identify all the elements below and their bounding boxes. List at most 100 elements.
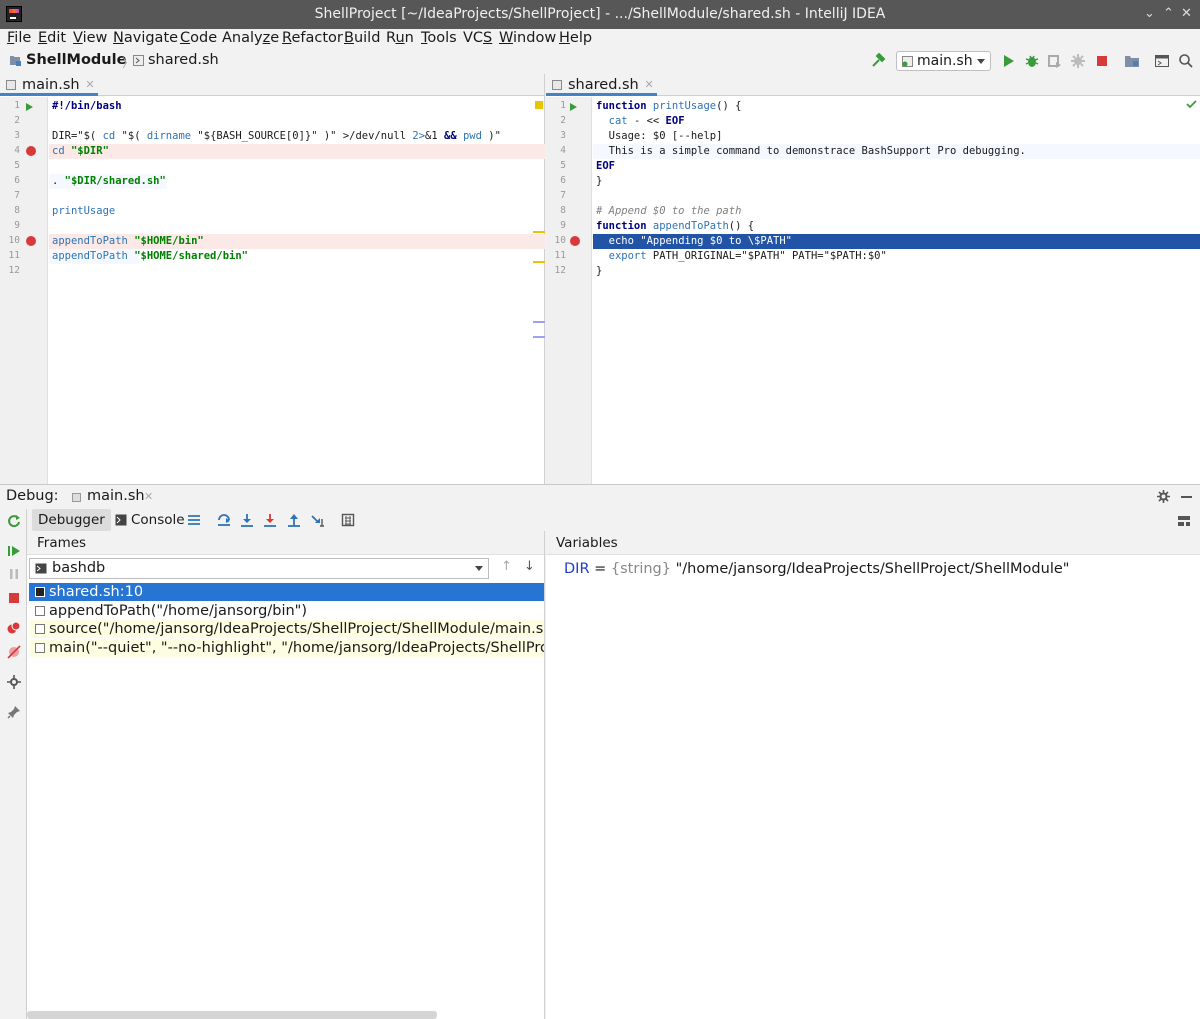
code-line[interactable]: } <box>596 174 602 189</box>
code-line[interactable]: function appendToPath() { <box>596 219 754 234</box>
code-line[interactable]: This is a simple command to demonstrace … <box>596 144 1026 159</box>
next-frame-icon[interactable]: ↓ <box>524 559 535 574</box>
code-line[interactable]: function printUsage() { <box>596 99 741 114</box>
presentation-icon[interactable] <box>1154 53 1170 69</box>
code-area-left[interactable]: #!/bin/bash DIR="$( cd "$( dirname "${BAS… <box>49 97 545 484</box>
line-number[interactable]: 10 <box>546 235 566 246</box>
menu-code[interactable]: Code <box>180 30 217 46</box>
line-number[interactable]: 5 <box>546 160 566 171</box>
code-line[interactable]: } <box>596 264 602 279</box>
step-into-icon[interactable] <box>240 513 254 527</box>
line-number[interactable]: 6 <box>546 175 566 186</box>
warning-marker-icon[interactable] <box>535 101 543 109</box>
code-line[interactable]: Usage: $0 [--help] <box>596 129 723 144</box>
code-line[interactable]: cat - << EOF <box>596 114 685 129</box>
profiler-icon[interactable] <box>1070 53 1086 69</box>
code-line[interactable]: cd "$DIR" <box>52 144 109 159</box>
line-number[interactable]: 12 <box>0 265 20 276</box>
view-breakpoints-icon[interactable] <box>7 621 21 635</box>
code-line[interactable]: printUsage <box>52 204 115 219</box>
debug-bug-icon[interactable] <box>1024 53 1040 69</box>
gutter-left[interactable]: 1 2 3 4 5 6 7 8 9 10 11 12 <box>0 97 48 484</box>
pin-icon[interactable] <box>7 705 21 719</box>
line-number[interactable]: 4 <box>546 145 566 156</box>
run-configuration-select[interactable]: main.sh <box>896 51 991 71</box>
breadcrumb-file[interactable]: shared.sh <box>148 52 219 68</box>
menu-edit[interactable]: Edit <box>38 30 66 46</box>
code-line[interactable]: echo "Appending $0 to \$PATH" <box>596 234 792 249</box>
run-to-cursor-icon[interactable] <box>311 513 325 527</box>
rerun-icon[interactable] <box>7 514 21 528</box>
tab-debugger[interactable]: Debugger <box>32 509 111 531</box>
run-icon[interactable] <box>1001 53 1017 69</box>
close-tab-icon[interactable]: ✕ <box>85 74 94 96</box>
line-number[interactable]: 8 <box>546 205 566 216</box>
tab-console[interactable]: Console <box>115 509 185 531</box>
stack-frame[interactable]: shared.sh:10 <box>29 583 544 601</box>
variable-row[interactable]: DIR = {string} "/home/jansorg/IdeaProjec… <box>564 561 1069 577</box>
line-number[interactable]: 2 <box>546 115 566 126</box>
menu-navigate[interactable]: Navigate <box>113 30 178 46</box>
settings-gear-icon[interactable] <box>7 675 21 689</box>
line-number[interactable]: 5 <box>0 160 20 171</box>
code-line[interactable]: appendToPath "$HOME/bin" <box>52 234 204 249</box>
menu-lines-icon[interactable] <box>187 513 201 527</box>
line-number[interactable]: 4 <box>0 145 20 156</box>
menu-help[interactable]: Help <box>559 30 592 46</box>
code-line[interactable]: DIR="$( cd "$( dirname "${BASH_SOURCE[0]… <box>52 129 501 144</box>
line-number[interactable]: 8 <box>0 205 20 216</box>
code-line[interactable]: EOF <box>596 159 615 174</box>
project-structure-icon[interactable] <box>1124 53 1140 69</box>
maximize-icon[interactable]: ⌃ <box>1163 6 1174 21</box>
previous-frame-icon[interactable]: ↑ <box>501 559 512 574</box>
stop-icon[interactable] <box>7 591 21 605</box>
stack-frame[interactable]: source("/home/jansorg/IdeaProjects/Shell… <box>29 620 544 639</box>
search-icon[interactable] <box>1178 53 1194 69</box>
debug-session-tab[interactable]: main.sh <box>87 488 145 504</box>
thread-select[interactable]: bashdb <box>29 558 489 579</box>
code-line[interactable]: #!/bin/bash <box>52 99 122 114</box>
line-number[interactable]: 2 <box>0 115 20 126</box>
step-out-icon[interactable] <box>287 513 301 527</box>
menu-build[interactable]: Build <box>344 30 380 46</box>
tab-shared-sh[interactable]: shared.sh ✕ <box>546 74 657 96</box>
line-number[interactable]: 3 <box>0 130 20 141</box>
stack-frame[interactable]: appendToPath("/home/jansorg/bin") <box>29 602 544 620</box>
menu-file[interactable]: File <box>7 30 31 46</box>
mute-breakpoints-icon[interactable] <box>7 645 21 659</box>
run-gutter-icon[interactable] <box>570 103 577 111</box>
build-hammer-icon[interactable] <box>870 53 886 69</box>
evaluate-expression-icon[interactable] <box>341 513 355 527</box>
line-number[interactable]: 6 <box>0 175 20 186</box>
menu-analyze[interactable]: Analyze <box>222 30 279 46</box>
line-number[interactable]: 11 <box>546 250 566 261</box>
line-number[interactable]: 9 <box>0 220 20 231</box>
code-line[interactable]: export PATH_ORIGINAL="$PATH" PATH="$PATH… <box>596 249 887 264</box>
gutter-right[interactable]: 1 2 3 4 5 6 7 8 9 10 11 12 <box>546 97 592 484</box>
resume-icon[interactable] <box>7 544 21 558</box>
gear-icon[interactable] <box>1157 490 1170 503</box>
horizontal-scrollbar[interactable] <box>27 1011 437 1019</box>
coverage-icon[interactable] <box>1047 53 1063 69</box>
line-number[interactable]: 7 <box>546 190 566 201</box>
line-number[interactable]: 1 <box>0 100 20 111</box>
menu-run[interactable]: Run <box>386 30 414 46</box>
layout-settings-icon[interactable] <box>1177 514 1191 528</box>
minimize-panel-icon[interactable] <box>1181 496 1192 498</box>
close-tab-icon[interactable]: ✕ <box>645 74 654 96</box>
breadcrumb-module[interactable]: ShellModule <box>26 52 126 68</box>
menu-refactor[interactable]: Refactor <box>282 30 343 46</box>
menu-window[interactable]: Window <box>499 30 556 46</box>
breakpoint-icon[interactable] <box>570 236 580 246</box>
menu-view[interactable]: View <box>73 30 107 46</box>
line-number[interactable]: 9 <box>546 220 566 231</box>
run-gutter-icon[interactable] <box>26 103 33 111</box>
pause-icon[interactable] <box>7 567 21 581</box>
minimize-icon[interactable]: ⌄ <box>1144 6 1155 21</box>
line-number[interactable]: 7 <box>0 190 20 201</box>
breakpoint-icon[interactable] <box>26 146 36 156</box>
close-window-icon[interactable]: ✕ <box>1181 6 1192 21</box>
code-line[interactable]: # Append $0 to the path <box>596 204 741 219</box>
code-line[interactable]: . "$DIR/shared.sh" <box>52 174 166 189</box>
line-number[interactable]: 10 <box>0 235 20 246</box>
